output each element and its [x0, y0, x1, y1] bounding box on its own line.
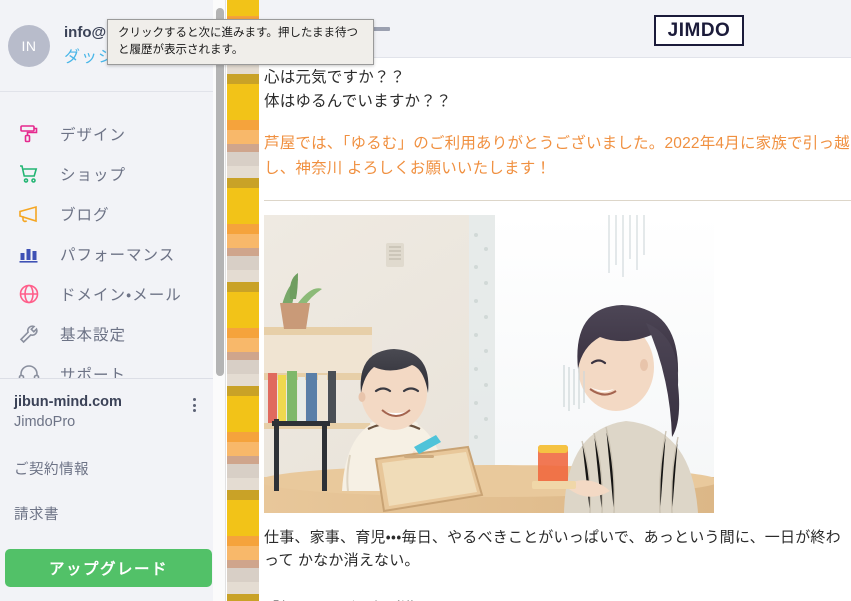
globe-icon — [12, 279, 46, 309]
plan-header: jibun-mind.com JimdoPro — [14, 393, 203, 432]
sidebar-item-label: ブログ — [60, 207, 110, 224]
invoice-link[interactable]: 請求書 — [14, 503, 203, 524]
sidebar-item-design[interactable]: デザイン — [0, 114, 217, 154]
intro-line: 体はゆるんでいますか？？ — [264, 93, 452, 111]
sidebar-item-label: 基本設定 — [60, 327, 127, 344]
bar-chart-icon — [12, 239, 46, 269]
plan-panel: jibun-mind.com JimdoPro ご契約情報 請求書 アップグレー… — [0, 378, 217, 601]
jimdo-dashboard-window: IN info@k ダッシュボード デザイン — [0, 0, 851, 601]
kebab-menu-icon[interactable] — [185, 395, 203, 415]
article-photo — [264, 214, 714, 513]
sidebar-item-blog[interactable]: ブログ — [0, 194, 217, 234]
sidebar-item-label: ドメイン・メール — [60, 287, 182, 304]
upgrade-button[interactable]: アップグレード — [5, 549, 212, 587]
megaphone-icon — [12, 199, 46, 229]
tooltip: クリックすると次に進みます。押したまま待つと履歴が表示されます。 — [107, 19, 374, 66]
photo-illustration — [264, 214, 714, 513]
plan-info: jibun-mind.com JimdoPro — [14, 393, 122, 432]
sidebar-nav: デザイン ショップ ブログ パフォーマンス ドメイン・メール 基本設定 サポート — [0, 92, 217, 394]
article-body: 心は元気ですか？？ 体はゆるんでいますか？？ 芦屋では、「ゆるむ」のご利用ありが… — [259, 58, 851, 601]
sidebar-item-settings[interactable]: 基本設定 — [0, 314, 217, 354]
sidebar-item-label: パフォーマンス — [60, 247, 176, 264]
sidebar-item-label: デザイン — [60, 127, 127, 144]
body-paragraph: 仕事、家事、育児・・・毎日、やるべきことがいっぱいで、あっという間に、一日が終わ… — [264, 528, 841, 569]
paint-roller-icon — [12, 119, 46, 149]
intro-block: 心は元気ですか？？ 体はゆるんでいますか？？ — [264, 58, 851, 114]
main-content: JIMDO 心は元気ですか？？ 体はゆるんでいますか？？ 芦屋では、「ゆるむ」の… — [259, 0, 851, 601]
avatar: IN — [8, 24, 50, 67]
decorative-strip — [227, 0, 259, 601]
sidebar-item-performance[interactable]: パフォーマンス — [0, 234, 217, 274]
jimdo-logo: JIMDO — [654, 15, 744, 46]
wrench-icon — [12, 319, 46, 349]
notice-block: 芦屋では、「ゆるむ」のご利用ありがとうございました。2022年4月に家族で引っ越… — [264, 132, 851, 182]
shopping-cart-icon — [12, 159, 46, 189]
sidebar-item-label: ショップ — [60, 167, 127, 184]
plan-tier: JimdoPro — [14, 413, 76, 430]
plan-domain: jibun-mind.com — [14, 394, 122, 410]
contract-info-link[interactable]: ご契約情報 — [14, 458, 203, 479]
notice-text: 芦屋では、「ゆるむ」のご利用ありがとうございました。2022年4月に家族で引っ越… — [264, 135, 850, 177]
intro-line: 心は元気ですか？？ — [264, 69, 406, 86]
sidebar-item-shop[interactable]: ショップ — [0, 154, 217, 194]
plan-links: ご契約情報 請求書 — [14, 458, 203, 524]
content-divider — [264, 199, 851, 201]
sidebar-item-domain-mail[interactable]: ドメイン・メール — [0, 274, 217, 314]
